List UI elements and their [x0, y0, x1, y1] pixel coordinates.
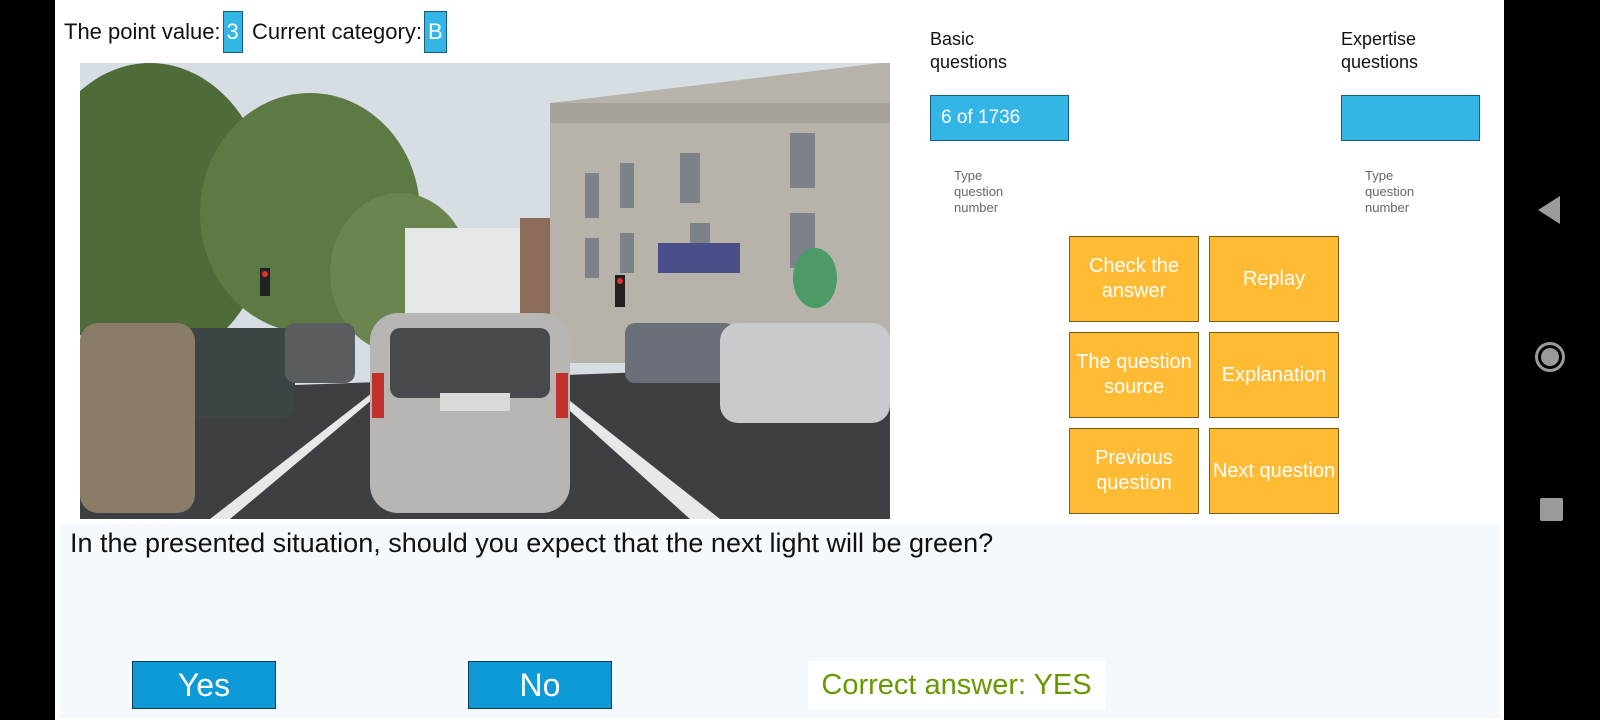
expertise-questions-label: Expertise questions: [1341, 29, 1419, 72]
question-source-button[interactable]: The question source: [1069, 332, 1199, 418]
exam-app: The point value: 3 Current category: B B…: [55, 0, 1504, 720]
expertise-type-number-hint: Type question number: [1365, 168, 1415, 215]
correct-answer-label: Correct answer: YES: [808, 661, 1105, 709]
category-row: Current category: B: [252, 10, 447, 54]
basic-questions-label: Basic questions: [930, 29, 1008, 72]
previous-question-button[interactable]: Previous question: [1069, 428, 1199, 514]
yes-button[interactable]: Yes: [132, 661, 276, 709]
question-panel: In the presented situation, should you e…: [60, 524, 1500, 718]
question-text: In the presented situation, should you e…: [70, 528, 994, 558]
next-question-button[interactable]: Next question: [1209, 428, 1339, 514]
replay-button[interactable]: Replay: [1209, 236, 1339, 322]
home-circle-icon[interactable]: [1535, 342, 1565, 372]
recent-apps-square-icon[interactable]: [1540, 498, 1563, 521]
no-button[interactable]: No: [468, 661, 612, 709]
basic-type-number-hint: Type question number: [954, 168, 1004, 215]
back-triangle-icon[interactable]: [1538, 196, 1560, 224]
category-label: Current category:: [252, 19, 422, 44]
point-value-badge: 3: [222, 11, 243, 53]
street-scene-image: [80, 63, 890, 519]
basic-question-number-input[interactable]: 6 of 1736: [930, 95, 1069, 141]
category-badge: B: [423, 11, 447, 53]
point-value-row: The point value: 3: [64, 10, 243, 54]
explanation-button[interactable]: Explanation: [1209, 332, 1339, 418]
point-value-label: The point value:: [64, 19, 221, 44]
question-photo: [80, 63, 890, 519]
expertise-question-number-input[interactable]: [1341, 95, 1480, 141]
check-answer-button[interactable]: Check the answer: [1069, 236, 1199, 322]
